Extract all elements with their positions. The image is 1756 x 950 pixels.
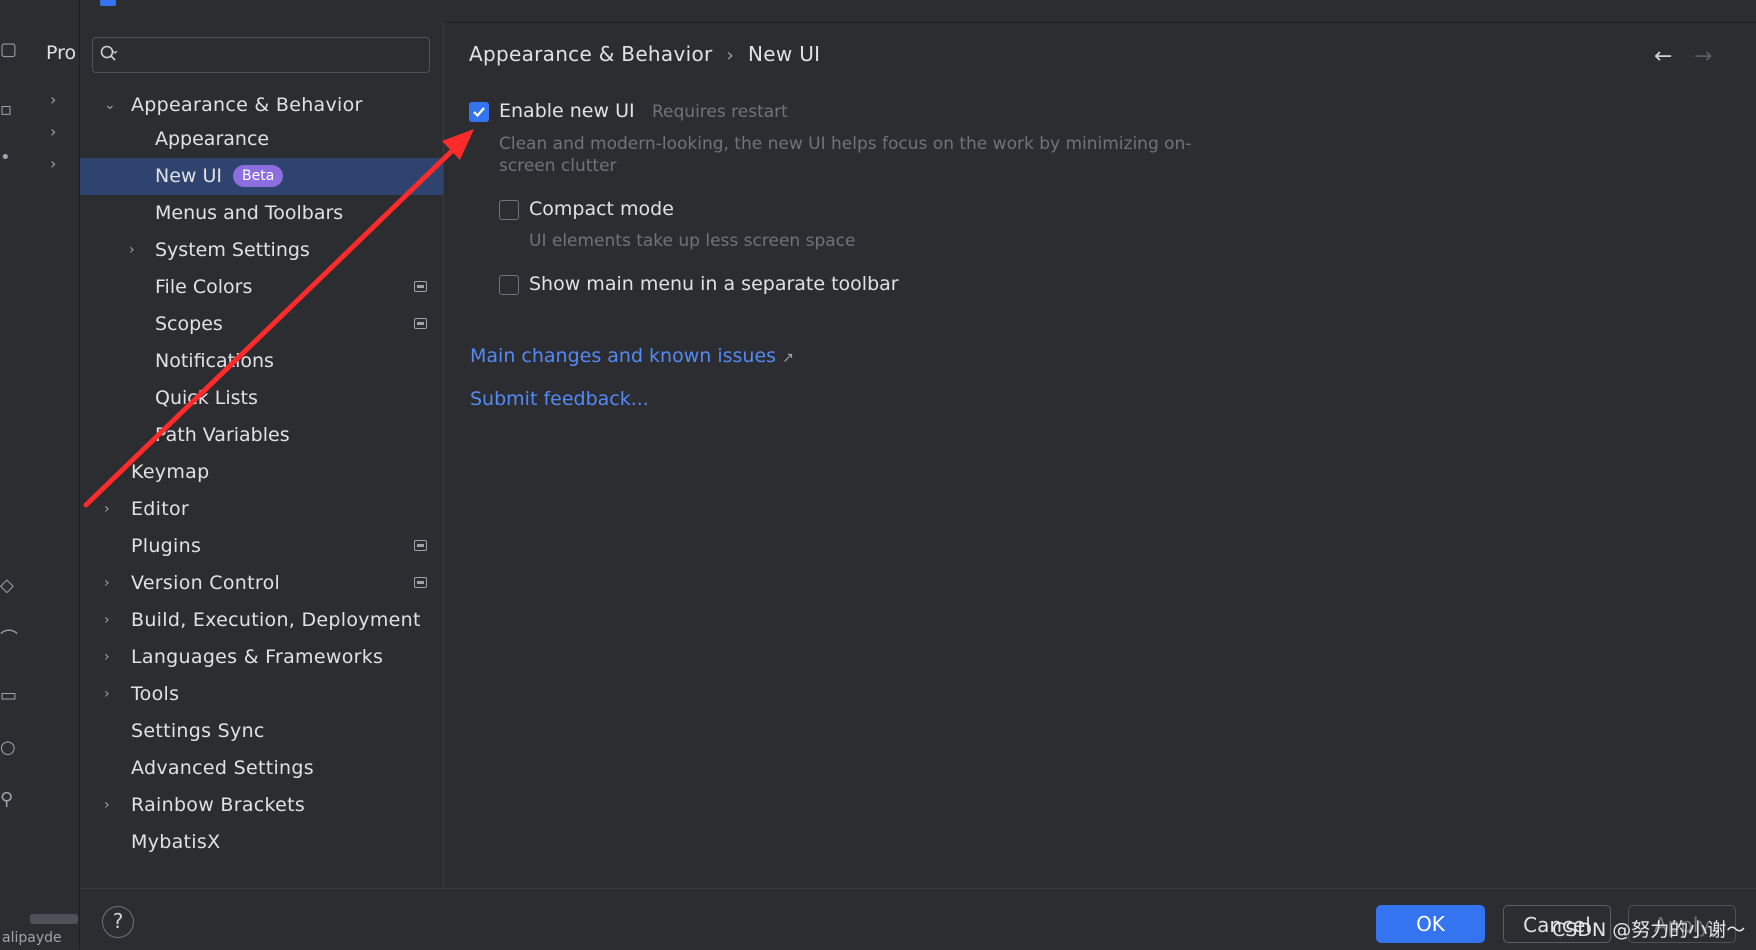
chevron-right-icon[interactable]: › (50, 90, 56, 109)
nav-item-label: Menus and Toolbars (155, 202, 344, 224)
project-tool-icon[interactable]: ▢ (0, 38, 24, 62)
nav-item-label: MybatisX (131, 831, 221, 853)
nav-item-label: Keymap (131, 461, 210, 483)
beta-badge: Beta (233, 165, 284, 187)
nav-item-label: Version Control (131, 572, 281, 594)
nav-item-label: Scopes (155, 313, 223, 335)
nav-item-label: System Settings (155, 239, 310, 261)
nav-item-label: Settings Sync (131, 720, 265, 742)
nav-item-file-colors[interactable]: File Colors (80, 269, 443, 306)
breadcrumb-parent[interactable]: Appearance & Behavior (469, 42, 713, 66)
nav-item-label: New UI (155, 165, 222, 187)
chevron-right-icon[interactable]: › (104, 491, 110, 528)
nav-item-languages-frameworks[interactable]: › Languages & Frameworks (80, 639, 443, 676)
nav-item-label: Tools (131, 683, 180, 705)
ok-button[interactable]: OK (1376, 905, 1485, 943)
nav-item-new-ui[interactable]: New UI Beta (80, 158, 443, 195)
requires-restart-hint: Requires restart (652, 102, 788, 122)
nav-item-editor[interactable]: › Editor (80, 491, 443, 528)
structure-tool-icon[interactable]: ▫ (0, 98, 24, 122)
nav-item-advanced-settings[interactable]: Advanced Settings (80, 750, 443, 787)
submit-feedback-link[interactable]: Submit feedback... (470, 388, 649, 410)
chevron-right-icon[interactable]: › (104, 787, 110, 824)
nav-item-notifications[interactable]: Notifications (80, 343, 443, 380)
nav-item-label: Quick Lists (155, 387, 258, 409)
nav-item-label: Appearance (155, 128, 270, 150)
chevron-right-icon[interactable]: › (129, 232, 135, 269)
nav-item-label: File Colors (155, 276, 253, 298)
chevron-right-icon[interactable]: › (104, 602, 110, 639)
nav-item-version-control[interactable]: › Version Control (80, 565, 443, 602)
search-icon[interactable] (100, 45, 118, 63)
breadcrumb: Appearance & Behavior › New UI (469, 42, 820, 66)
nav-item-system-settings[interactable]: › System Settings (80, 232, 443, 269)
dialog-title-bar (80, 0, 1756, 23)
chevron-right-icon[interactable]: › (50, 154, 56, 173)
compact-mode-checkbox[interactable] (499, 200, 519, 220)
help-button[interactable]: ? (102, 906, 134, 938)
nav-item-plugins[interactable]: Plugins (80, 528, 443, 565)
forward-arrow-icon[interactable]: → (1694, 44, 1712, 69)
ide-tool-strip: ▢ ▫ • ◇ ⌒ ▭ ○ ⚲ › › › (0, 0, 80, 949)
compact-mode-label[interactable]: Compact mode (529, 198, 674, 220)
main-changes-link[interactable]: Main changes and known issues ↗ (470, 345, 794, 367)
nav-item-build-execution-deployment[interactable]: › Build, Execution, Deployment (80, 602, 443, 639)
ide-bottom-text: alipayde (2, 930, 62, 946)
back-arrow-icon[interactable]: ← (1654, 44, 1672, 69)
chevron-right-icon[interactable]: › (104, 676, 110, 713)
new-ui-description: Clean and modern-looking, the new UI hel… (499, 134, 1192, 176)
nav-item-label: Notifications (155, 350, 274, 372)
services-tool-icon[interactable]: ◇ (0, 574, 24, 598)
nav-item-appearance-behavior[interactable]: ⌄ Appearance & Behavior (80, 87, 443, 124)
chevron-right-icon[interactable]: › (50, 122, 56, 141)
git-tool-icon[interactable]: ⚲ (0, 788, 24, 812)
main-menu-toolbar-checkbox[interactable] (499, 275, 519, 295)
build-tool-icon[interactable]: ⌒ (0, 628, 24, 652)
nav-item-menus-toolbars[interactable]: Menus and Toolbars (80, 195, 443, 232)
project-panel-title: Pro (46, 42, 77, 64)
chevron-down-icon[interactable]: ⌄ (104, 87, 116, 124)
nav-item-scopes[interactable]: Scopes (80, 306, 443, 343)
chevron-right-icon[interactable]: › (104, 639, 110, 676)
enable-new-ui-checkbox[interactable] (469, 102, 489, 122)
nav-item-label: Advanced Settings (131, 757, 314, 779)
nav-item-label: Build, Execution, Deployment (131, 609, 421, 631)
horizontal-scrollbar[interactable] (30, 914, 78, 924)
nav-item-rainbow-brackets[interactable]: › Rainbow Brackets (80, 787, 443, 824)
chevron-right-icon[interactable]: › (104, 565, 110, 602)
breadcrumb-separator: › (726, 45, 735, 66)
nav-item-label: Appearance & Behavior (131, 94, 363, 116)
nav-item-tools[interactable]: › Tools (80, 676, 443, 713)
project-scope-icon (414, 281, 427, 292)
nav-item-label: Languages & Frameworks (131, 646, 384, 668)
enable-new-ui-label[interactable]: Enable new UI (499, 100, 635, 122)
nav-item-quick-lists[interactable]: Quick Lists (80, 380, 443, 417)
external-link-icon: ↗ (782, 350, 794, 366)
watermark: CSDN @努力的小谢～ (1552, 919, 1746, 941)
nav-item-label: Rainbow Brackets (131, 794, 306, 816)
nav-item-mybatisx[interactable]: MybatisX (80, 824, 443, 861)
nav-item-settings-sync[interactable]: Settings Sync (80, 713, 443, 750)
nav-item-label: Path Variables (155, 424, 290, 446)
breadcrumb-current: New UI (748, 42, 821, 66)
nav-item-path-variables[interactable]: Path Variables (80, 417, 443, 454)
main-changes-link-text: Main changes and known issues (470, 345, 777, 367)
more-tool-icon[interactable]: • (0, 146, 24, 170)
project-scope-icon (414, 318, 427, 329)
compact-mode-hint: UI elements take up less screen space (529, 231, 856, 251)
nav-item-keymap[interactable]: Keymap (80, 454, 443, 491)
project-scope-icon (414, 577, 427, 588)
problems-tool-icon[interactable]: ○ (0, 736, 24, 760)
app-logo-icon (100, 0, 116, 6)
main-menu-toolbar-label[interactable]: Show main menu in a separate toolbar (529, 273, 899, 295)
settings-search-input[interactable] (92, 37, 430, 73)
project-scope-icon (414, 540, 427, 551)
nav-item-label: Plugins (131, 535, 202, 557)
checkmark-icon (473, 107, 485, 118)
nav-item-label: Editor (131, 498, 190, 520)
terminal-tool-icon[interactable]: ▭ (0, 684, 24, 708)
nav-item-appearance[interactable]: Appearance (80, 121, 443, 158)
